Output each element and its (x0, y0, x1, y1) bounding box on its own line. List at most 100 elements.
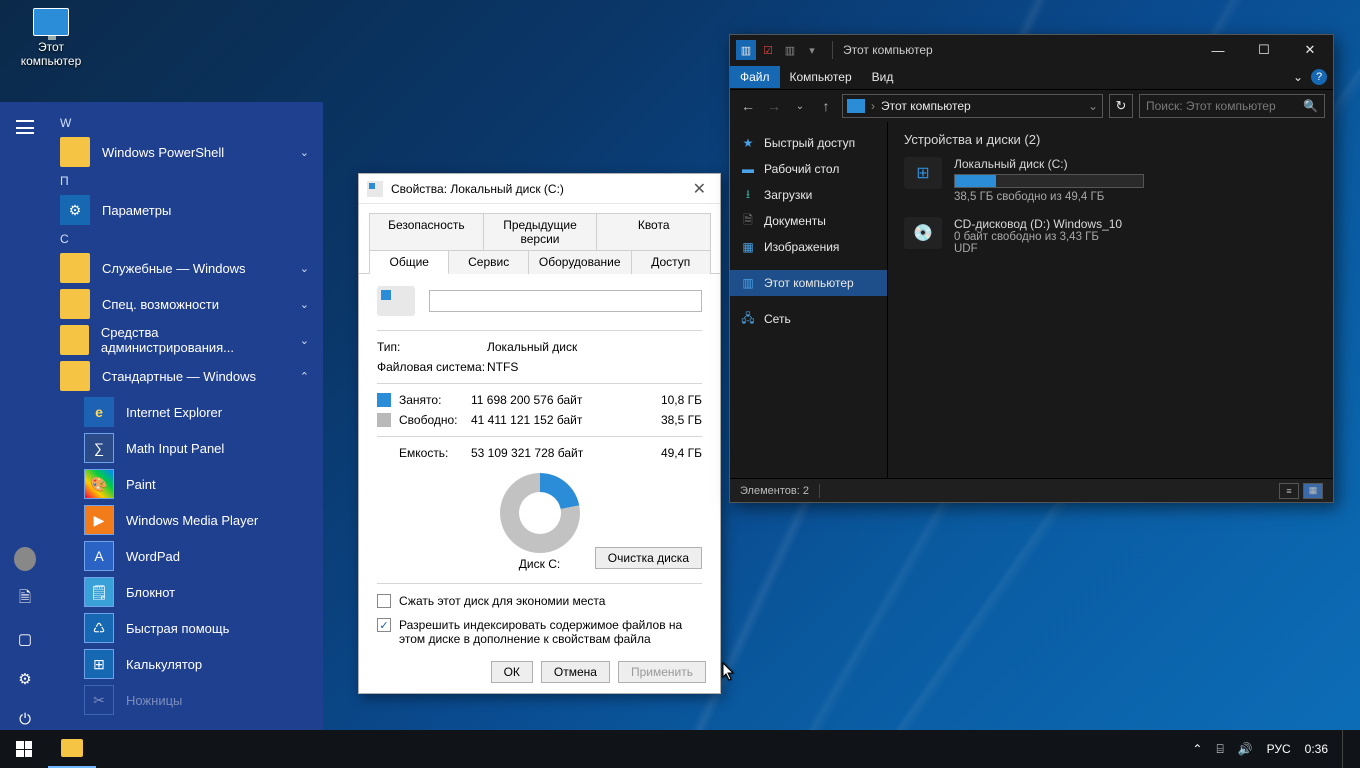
app-scissors[interactable]: ✂Ножницы (74, 682, 323, 718)
show-desktop-button[interactable] (1342, 730, 1348, 768)
tree-desktop[interactable]: ▬Рабочий стол (730, 156, 887, 182)
letter-header[interactable]: П (50, 170, 323, 192)
app-admin-tools[interactable]: Средства администрирования...⌄ (50, 322, 323, 358)
minimize-button[interactable]: — (1195, 35, 1241, 65)
ok-button[interactable]: ОК (491, 661, 533, 683)
compress-checkbox[interactable] (377, 594, 391, 608)
desktop-icon: ▬ (740, 162, 756, 176)
apply-button[interactable]: Применить (618, 661, 706, 683)
ribbon-expand-icon[interactable]: ⌄ (1293, 70, 1303, 84)
tray-language[interactable]: РУС (1267, 742, 1291, 756)
disk-cleanup-button[interactable]: Очистка диска (595, 547, 702, 569)
tab-service[interactable]: Сервис (448, 250, 528, 274)
letter-header[interactable]: W (50, 112, 323, 134)
drive-icon (377, 286, 415, 316)
drive-item-d[interactable]: 💿 CD-дисковод (D:) Windows_10 0 байт сво… (904, 217, 1317, 255)
taskbar: ⌃ ⌸ 🔊 РУС 0:36 (0, 730, 1360, 768)
nav-history-icon[interactable]: ⌄ (790, 96, 810, 116)
app-ie[interactable]: eInternet Explorer (74, 394, 323, 430)
free-swatch (377, 413, 391, 427)
nav-back-button[interactable]: ← (738, 96, 758, 116)
folder-icon (60, 325, 89, 355)
properties-dialog: Свойства: Локальный диск (C:) ✕ Безопасн… (358, 173, 721, 694)
power-icon[interactable]: ⏻ (14, 708, 36, 730)
index-checkbox[interactable]: ✓ (377, 618, 391, 632)
address-bar[interactable]: › Этот компьютер ⌄ (842, 94, 1103, 118)
app-accessibility[interactable]: Спец. возможности⌄ (50, 286, 323, 322)
nav-forward-button[interactable]: → (764, 96, 784, 116)
pictures-icon[interactable]: ▢ (14, 628, 36, 650)
tab-security[interactable]: Безопасность (369, 213, 484, 250)
letter-header[interactable]: С (50, 228, 323, 250)
start-button[interactable] (0, 730, 48, 768)
folder-icon (60, 253, 90, 283)
app-wordpad[interactable]: AWordPad (74, 538, 323, 574)
user-avatar[interactable] (14, 548, 36, 570)
tree-documents[interactable]: 🗎Документы (730, 208, 887, 234)
tray-overflow-icon[interactable]: ⌃ (1192, 742, 1202, 756)
settings-icon[interactable]: ⚙ (14, 668, 36, 690)
group-header[interactable]: Устройства и диски (2) (904, 132, 1317, 147)
drive-icon (367, 181, 383, 197)
view-details-button[interactable]: ≡ (1279, 483, 1299, 499)
search-icon: 🔍 (1303, 99, 1318, 113)
ie-icon: e (84, 397, 114, 427)
qat-new-folder-icon[interactable]: ▥ (780, 40, 800, 60)
close-icon[interactable]: ✕ (687, 179, 712, 199)
tab-general[interactable]: Общие (369, 250, 449, 274)
maximize-button[interactable]: ☐ (1241, 35, 1287, 65)
refresh-button[interactable]: ↻ (1109, 94, 1133, 118)
tree-quick-access[interactable]: ★Быстрый доступ (730, 130, 887, 156)
label: Тип: (377, 340, 487, 354)
app-wmp[interactable]: ▶Windows Media Player (74, 502, 323, 538)
qat-properties-icon[interactable]: ☑ (758, 40, 778, 60)
app-math[interactable]: ∑Math Input Panel (74, 430, 323, 466)
tray-network-icon[interactable]: ⌸ (1216, 742, 1223, 757)
ribbon-tab-computer[interactable]: Компьютер (780, 66, 862, 88)
explorer-titlebar[interactable]: ▥ ☑ ▥ ▾ Этот компьютер — ☐ ✕ (730, 35, 1333, 65)
chevron-down-icon[interactable]: ⌄ (1088, 99, 1098, 113)
app-notepad[interactable]: 🗒Блокнот (74, 574, 323, 610)
tree-this-pc[interactable]: ▥Этот компьютер (730, 270, 887, 296)
app-calculator[interactable]: ⊞Калькулятор (74, 646, 323, 682)
app-quick-assist[interactable]: ♺Быстрая помощь (74, 610, 323, 646)
tree-downloads[interactable]: ⭳Загрузки (730, 182, 887, 208)
ribbon-tab-view[interactable]: Вид (862, 66, 904, 88)
tray-clock[interactable]: 0:36 (1305, 742, 1328, 756)
search-input[interactable]: Поиск: Этот компьютер🔍 (1139, 94, 1325, 118)
tree-pictures[interactable]: ▦Изображения (730, 234, 887, 260)
monitor-icon (33, 8, 69, 36)
drive-name-input[interactable] (429, 290, 702, 312)
app-paint[interactable]: 🎨Paint (74, 466, 323, 502)
app-powershell[interactable]: Windows PowerShell⌄ (50, 134, 323, 170)
tab-quota[interactable]: Квота (596, 213, 711, 250)
usage-donut-chart (500, 473, 580, 553)
hamburger-icon[interactable] (16, 120, 34, 134)
star-icon: ★ (740, 136, 756, 150)
ribbon-tab-file[interactable]: Файл (730, 66, 780, 88)
tray-volume-icon[interactable]: 🔊 (1238, 742, 1253, 756)
drive-item-c[interactable]: ⊞ Локальный диск (C:) 38,5 ГБ свободно и… (904, 157, 1317, 203)
app-standard[interactable]: Стандартные — Windows⌃ (50, 358, 323, 394)
ribbon: Файл Компьютер Вид ⌄? (730, 65, 1333, 90)
documents-icon[interactable]: 🗎 (14, 588, 36, 610)
wordpad-icon: A (84, 541, 114, 571)
help-icon[interactable]: ? (1311, 69, 1327, 85)
system-tray: ⌃ ⌸ 🔊 РУС 0:36 (1180, 730, 1360, 768)
tab-previous[interactable]: Предыдущие версии (483, 213, 598, 250)
desktop-icon-this-pc[interactable]: Этот компьютер (16, 8, 86, 68)
tab-hardware[interactable]: Оборудование (528, 250, 632, 274)
dialog-titlebar[interactable]: Свойства: Локальный диск (C:) ✕ (359, 174, 720, 204)
cancel-button[interactable]: Отмена (541, 661, 610, 683)
tab-access[interactable]: Доступ (631, 250, 711, 274)
taskbar-explorer[interactable] (48, 730, 96, 768)
wmp-icon: ▶ (84, 505, 114, 535)
tree-network[interactable]: 🖧Сеть (730, 306, 887, 332)
nav-up-button[interactable]: ↑ (816, 96, 836, 116)
app-utilities[interactable]: Служебные — Windows⌄ (50, 250, 323, 286)
view-tiles-button[interactable]: ▦ (1303, 483, 1323, 499)
app-settings[interactable]: ⚙Параметры (50, 192, 323, 228)
qat-dropdown-icon[interactable]: ▾ (802, 40, 822, 60)
close-button[interactable]: ✕ (1287, 35, 1333, 65)
usage-bar (954, 174, 1144, 188)
